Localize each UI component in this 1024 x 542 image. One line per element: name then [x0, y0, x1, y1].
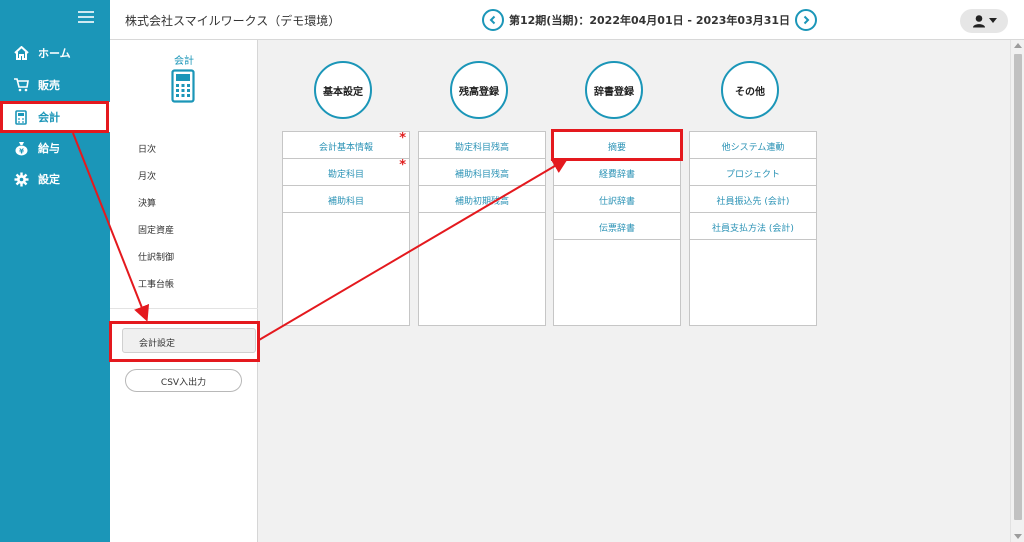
user-menu-button[interactable]	[960, 9, 1008, 33]
gear-icon	[13, 171, 29, 187]
list-item-voucher-dictionary[interactable]: 伝票辞書	[554, 213, 680, 240]
list-item-label: 会計基本情報	[318, 143, 373, 153]
list-item-company-basic-info[interactable]: 会計基本情報 *	[283, 132, 409, 159]
submenu-item-monthly[interactable]: 月次	[138, 169, 156, 182]
nav-item-label: 販売	[38, 79, 60, 92]
submenu-item-journal-control[interactable]: 仕訳制御	[138, 250, 174, 263]
money-bag-icon: ¥	[13, 140, 29, 156]
left-navigation: ホーム 販売 会計 ¥ 給与 設定	[0, 0, 110, 542]
fiscal-period-text: 第12期(当期)：2022年04月01日 - 2023年03月31日	[509, 14, 791, 27]
list-item-sub-accounts[interactable]: 補助科目	[283, 186, 409, 213]
annotation-highlight-accounting	[0, 101, 109, 133]
list-item-sub-initial-balance[interactable]: 補助初期残高	[419, 186, 545, 213]
accounting-submenu: 会計 日次 月次 決算 固定資産 仕訳制御 工事台帳 会計設定 CSV入出力	[110, 40, 258, 542]
list-item-employee-payment-method[interactable]: 社員支払方法 (会計)	[690, 213, 816, 240]
nav-item-settings[interactable]: 設定	[0, 164, 110, 194]
category-other: その他	[721, 61, 779, 119]
submenu-item-construction-ledger[interactable]: 工事台帳	[138, 277, 174, 290]
list-item-expense-dictionary[interactable]: 経費辞書	[554, 159, 680, 186]
nav-item-home[interactable]: ホーム	[0, 38, 110, 68]
nav-item-sales[interactable]: 販売	[0, 70, 110, 100]
nav-item-label: ホーム	[38, 47, 71, 60]
scroll-up-arrow-icon[interactable]	[1014, 43, 1022, 48]
nav-item-label: 設定	[38, 173, 60, 186]
list-item-journal-dictionary[interactable]: 仕訳辞書	[554, 186, 680, 213]
previous-period-button[interactable]	[482, 9, 504, 31]
svg-text:¥: ¥	[19, 147, 24, 155]
chevron-left-icon	[489, 15, 496, 25]
nav-item-payroll[interactable]: ¥ 給与	[0, 133, 110, 163]
submenu-item-fixed-assets[interactable]: 固定資産	[138, 223, 174, 236]
cart-icon	[13, 77, 29, 93]
company-name: 株式会社スマイルワークス（デモ環境）	[125, 14, 341, 28]
annotation-highlight-accounting-settings	[109, 321, 260, 362]
csv-import-export-button[interactable]: CSV入出力	[125, 369, 242, 392]
hamburger-menu-icon[interactable]	[78, 11, 94, 24]
scroll-thumb[interactable]	[1014, 54, 1022, 520]
list-item-label: 補助科目	[327, 197, 364, 207]
basic-settings-list: 会計基本情報 * 勘定科目 * 補助科目	[282, 131, 410, 326]
other-list: 他システム連動 プロジェクト 社員振込先 (会計) 社員支払方法 (会計)	[689, 131, 817, 326]
list-item-employee-transfer[interactable]: 社員振込先 (会計)	[690, 186, 816, 213]
required-mark: *	[399, 131, 406, 146]
category-balance-registration: 残高登録	[450, 61, 508, 119]
list-item-account-titles[interactable]: 勘定科目 *	[283, 159, 409, 186]
fiscal-period-selector: 第12期(当期)：2022年04月01日 - 2023年03月31日	[482, 9, 818, 31]
list-item-system-integration[interactable]: 他システム連動	[690, 132, 816, 159]
list-item-project[interactable]: プロジェクト	[690, 159, 816, 186]
scroll-down-arrow-icon[interactable]	[1014, 534, 1022, 539]
top-header: 株式会社スマイルワークス（デモ環境） 第12期(当期)：2022年04月01日 …	[110, 0, 1024, 40]
required-mark: *	[399, 158, 406, 173]
category-basic-settings: 基本設定	[314, 61, 372, 119]
calculator-icon	[171, 69, 195, 107]
balance-registration-list: 勘定科目残高 補助科目残高 補助初期残高	[418, 131, 546, 326]
next-period-button[interactable]	[795, 9, 818, 31]
home-icon	[13, 45, 29, 61]
submenu-item-closing[interactable]: 決算	[138, 196, 156, 209]
nav-item-label: 給与	[38, 142, 60, 155]
list-item-sub-account-balance[interactable]: 補助科目残高	[419, 159, 545, 186]
list-item-account-balance[interactable]: 勘定科目残高	[419, 132, 545, 159]
annotation-highlight-summary	[551, 129, 683, 161]
divider	[110, 308, 258, 309]
vertical-scrollbar[interactable]	[1010, 40, 1024, 542]
user-icon	[972, 15, 985, 28]
list-item-label: 勘定科目	[327, 170, 364, 180]
category-dictionary-registration: 辞書登録	[585, 61, 643, 119]
chevron-right-icon	[803, 15, 810, 25]
submenu-title: 会計	[174, 56, 194, 67]
submenu-item-daily[interactable]: 日次	[138, 142, 156, 155]
caret-down-icon	[988, 18, 997, 23]
